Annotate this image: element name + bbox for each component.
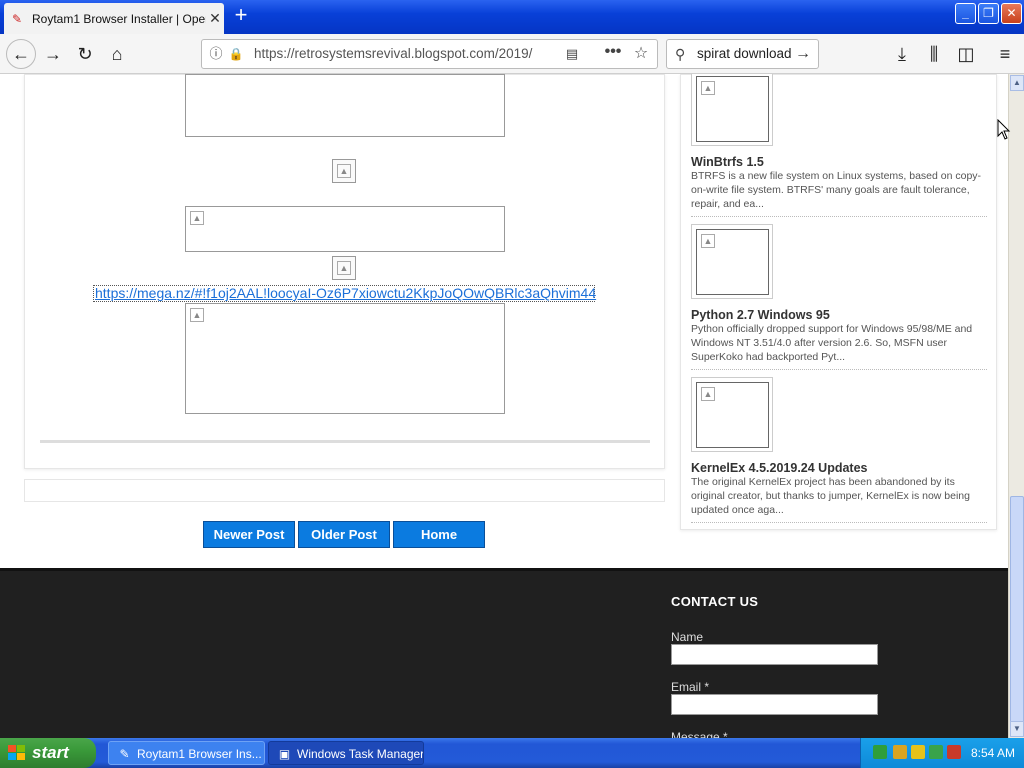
antivirus-shield-icon[interactable] bbox=[947, 745, 961, 759]
page-scrollbar[interactable]: ▲ ▼ bbox=[1008, 74, 1024, 738]
post-divider bbox=[40, 440, 650, 443]
name-label: Name bbox=[671, 630, 704, 644]
page-footer: CONTACT US Name Email * Message * bbox=[0, 568, 1008, 738]
browser-toolbar: ← → ↻ ⌂ ⓘ 🔒 https://retrosystemsrevival.… bbox=[0, 34, 1024, 74]
broken-image: ▲ bbox=[185, 206, 505, 252]
tab-close-icon[interactable]: ✕ bbox=[206, 10, 224, 27]
site-favicon-icon: ✎ bbox=[12, 11, 23, 26]
scroll-up-arrow-icon[interactable]: ▲ bbox=[1010, 75, 1024, 91]
tab-roytam1-installer[interactable]: ✎ Roytam1 Browser Installer | Oper ✕ bbox=[4, 3, 224, 34]
post-separator bbox=[691, 369, 987, 370]
message-label: Message * bbox=[671, 730, 728, 738]
address-bar[interactable]: ⓘ 🔒 https://retrosystemsrevival.blogspot… bbox=[201, 39, 658, 69]
task-manager-icon: ▣ bbox=[278, 747, 291, 761]
mega-download-link[interactable]: https://mega.nz/#!f1oj2AAL!loocyaI-Oz6P7… bbox=[93, 285, 596, 302]
broken-image-icon: ▲ bbox=[332, 159, 356, 183]
network-icon[interactable] bbox=[873, 745, 887, 759]
taskbar-item-browser[interactable]: ✎ Roytam1 Browser Ins... bbox=[108, 741, 265, 765]
lock-icon[interactable]: 🔒 bbox=[228, 46, 244, 62]
home-button[interactable]: Home bbox=[393, 521, 485, 548]
search-go-arrow-icon[interactable]: → bbox=[795, 45, 813, 63]
post-thumbnail[interactable]: ▲ bbox=[691, 74, 773, 146]
email-label: Email * bbox=[671, 680, 710, 694]
broken-image-icon: ▲ bbox=[701, 234, 715, 248]
close-window-button[interactable]: ✕ bbox=[1001, 3, 1022, 24]
info-icon[interactable]: ⓘ bbox=[208, 46, 224, 62]
newer-post-button[interactable]: Newer Post bbox=[203, 521, 295, 548]
library-icon[interactable]: ⫼ bbox=[922, 42, 946, 66]
post-snippet: Python officially dropped support for Wi… bbox=[691, 323, 973, 363]
mouse-cursor-icon bbox=[997, 119, 1011, 140]
sidebar-toggle-icon[interactable]: ◫ bbox=[954, 42, 978, 66]
windows-taskbar: start ✎ Roytam1 Browser Ins... ▣ Windows… bbox=[0, 738, 1024, 768]
taskbar-item-task-manager[interactable]: ▣ Windows Task Manager bbox=[268, 741, 424, 765]
taskbar-item-label: Roytam1 Browser Ins... bbox=[137, 747, 262, 761]
url-text[interactable]: https://retrosystemsrevival.blogspot.com… bbox=[254, 46, 554, 64]
older-post-button[interactable]: Older Post bbox=[298, 521, 390, 548]
post-separator bbox=[691, 522, 987, 523]
search-bar[interactable]: ⚲ spirat download → bbox=[666, 39, 819, 69]
contact-us-heading: CONTACT US bbox=[671, 594, 759, 609]
page-viewport: ▲ ▲ ▲ https://mega.nz/#!f1oj2AAL!loocyaI… bbox=[0, 74, 1008, 738]
email-field[interactable] bbox=[671, 694, 878, 715]
post-body: ▲ ▲ ▲ https://mega.nz/#!f1oj2AAL!loocyaI… bbox=[24, 74, 665, 469]
keys-icon[interactable] bbox=[893, 745, 907, 759]
update-icon[interactable] bbox=[929, 745, 943, 759]
search-icon: ⚲ bbox=[675, 46, 686, 62]
broken-image bbox=[185, 74, 505, 137]
windows-logo-icon bbox=[8, 745, 26, 761]
broken-image: ▲ bbox=[185, 303, 505, 414]
popular-posts-sidebar: ▲ WinBtrfs 1.5 BTRFS is a new file syste… bbox=[680, 74, 997, 530]
security-shield-icon[interactable] bbox=[911, 745, 925, 759]
forward-arrow-icon[interactable]: → bbox=[41, 42, 65, 66]
post-thumbnail[interactable]: ▲ bbox=[691, 224, 773, 299]
broken-image-icon: ▲ bbox=[701, 81, 715, 95]
back-arrow-icon[interactable]: ← bbox=[6, 39, 36, 69]
post-title[interactable]: Python 2.7 Windows 95 bbox=[691, 308, 987, 322]
taskbar-clock[interactable]: 8:54 AM bbox=[968, 738, 1018, 768]
browser-app-icon: ✎ bbox=[119, 747, 130, 761]
search-input[interactable]: spirat download bbox=[697, 46, 793, 61]
home-icon[interactable]: ⌂ bbox=[105, 42, 129, 66]
browser-title-bar: ✎ Roytam1 Browser Installer | Oper ✕ + _… bbox=[0, 0, 1024, 34]
bookmark-star-icon[interactable]: ☆ bbox=[632, 45, 650, 63]
scroll-thumb[interactable] bbox=[1010, 496, 1024, 728]
post-snippet: BTRFS is a new file system on Linux syst… bbox=[691, 170, 982, 210]
broken-image-icon: ▲ bbox=[332, 256, 356, 280]
minimize-button[interactable]: _ bbox=[955, 3, 976, 24]
scroll-down-arrow-icon[interactable]: ▼ bbox=[1010, 721, 1024, 737]
start-label: start bbox=[32, 743, 69, 762]
post-title[interactable]: KernelEx 4.5.2019.24 Updates bbox=[691, 461, 987, 475]
menu-hamburger-icon[interactable]: ≡ bbox=[993, 42, 1017, 66]
taskbar-item-label: Windows Task Manager bbox=[297, 747, 424, 761]
reload-icon[interactable]: ↻ bbox=[73, 42, 97, 66]
reader-view-icon[interactable]: ▤ bbox=[564, 46, 580, 62]
new-tab-button[interactable]: + bbox=[230, 4, 252, 28]
start-button[interactable]: start bbox=[0, 738, 96, 768]
post-snippet: The original KernelEx project has been a… bbox=[691, 476, 970, 516]
comments-section bbox=[24, 479, 665, 502]
post-thumbnail[interactable]: ▲ bbox=[691, 377, 773, 452]
system-tray: 8:54 AM bbox=[860, 738, 1024, 768]
tab-title: Roytam1 Browser Installer | Oper bbox=[32, 11, 206, 26]
post-title[interactable]: WinBtrfs 1.5 bbox=[691, 155, 987, 169]
downloads-icon[interactable]: ⤓ bbox=[890, 42, 914, 66]
name-field[interactable] bbox=[671, 644, 878, 665]
page-actions-icon[interactable]: ••• bbox=[602, 44, 624, 62]
broken-image-icon: ▲ bbox=[701, 387, 715, 401]
post-separator bbox=[691, 216, 987, 217]
maximize-button[interactable]: ❐ bbox=[978, 3, 999, 24]
